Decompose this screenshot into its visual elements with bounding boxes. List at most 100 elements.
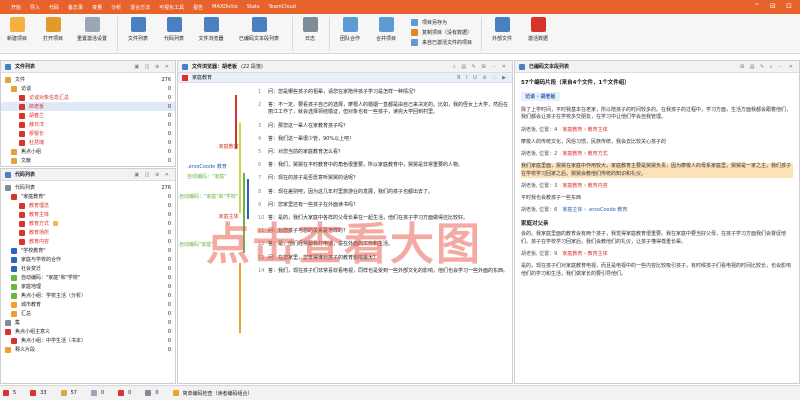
code-list-button[interactable]: 代码列表 — [157, 17, 191, 42]
menu-mixed-methods[interactable]: 混合方法 — [130, 4, 159, 11]
tree-row-documents[interactable]: 文件 276 — [1, 75, 175, 84]
coding-stripe-label[interactable]: .ersoCoode 教育 — [187, 163, 227, 170]
segment-source[interactable]: 胡老板, 位置：9 家庭教育 › 教育主体 — [521, 250, 793, 257]
segment-text[interactable]: 平时我也会教孩子一些东西 — [521, 195, 793, 202]
code-row[interactable]: 自动编码："家庭"和"学校" 0 — [1, 273, 175, 282]
code-row-root[interactable]: 代码列表 276 — [1, 183, 175, 192]
code-row[interactable]: 教育主体 0 — [1, 210, 175, 219]
segment-source[interactable]: 胡老板, 位置：6 家庭主体 › .ersoCoode 教育 — [521, 206, 793, 213]
merge-projects-button[interactable]: 合并项目 — [369, 17, 403, 42]
code-icon — [30, 390, 37, 396]
menu-analysis[interactable]: 分析 — [111, 4, 130, 11]
quick-code-select[interactable]: 家庭教育 — [192, 74, 212, 81]
paragraph[interactable]: 4 答：我们这一辈很少管，90%以上吧！ — [258, 136, 510, 143]
paragraph[interactable]: 1 问：您是哪些孩子的祖辈，请您在家陪伴孩子学习是怎样一种情况？ — [258, 89, 510, 96]
tree-row-document[interactable]: 访谈对象信息汇总 0 — [1, 93, 175, 102]
new-project-button[interactable]: 新建项目 — [0, 17, 34, 42]
code-row[interactable]: 教育理念 0 — [1, 201, 175, 210]
segment-source[interactable]: 胡老板, 位置：4 家庭教育 › 教育主体 — [521, 126, 793, 133]
menu-stats[interactable]: Stats — [247, 4, 269, 10]
code-row[interactable]: 教育方式 0 — [1, 219, 175, 228]
tree-row-document[interactable]: 胡春兰 0 — [1, 111, 175, 120]
segment-source[interactable]: 胡老板, 位置：3 家庭教育 › 教育内容 — [521, 182, 793, 189]
code-row[interactable]: "家庭教育" 0 — [1, 192, 175, 201]
coding-stripe[interactable] — [239, 123, 241, 213]
duplicate-project-item[interactable]: 复制项目（没有数据） — [411, 27, 472, 37]
tree-row-literature[interactable]: 文献 0 — [1, 156, 175, 165]
menu-reports[interactable]: 报告 — [193, 4, 212, 11]
segment-text[interactable]: 我们家庭里面，舅舅在家庭中作用较大，家庭教育主要是舅舅负责，因为摩梭人的母系家庭… — [521, 163, 793, 179]
status-sets[interactable]: 0 — [145, 390, 159, 396]
segment-text[interactable]: 会的。我家庭里面的教育会有两个孩子，我觉得家庭教育很重要。我在家庭中要当好父母，… — [521, 231, 793, 246]
code-row[interactable]: 教育内容 0 — [1, 237, 175, 246]
pane-tools-icon[interactable]: ▣ ◫ ⊕ ✕ — [134, 64, 171, 70]
paragraph[interactable]: 5 问：对您当前的家庭教育怎么看？ — [258, 149, 510, 156]
status-variables[interactable]: 0 — [90, 390, 104, 396]
save-project-as-item[interactable]: 项目另存为 — [411, 17, 472, 27]
document-list-button[interactable]: 文件列表 — [121, 17, 155, 42]
document-tag[interactable]: 访谈 › 胡老板 — [521, 92, 560, 101]
code-row[interactable]: 汇总 0 — [1, 309, 175, 318]
menu-import[interactable]: 导入 — [30, 4, 49, 11]
code-row[interactable]: "学校教育" 0 — [1, 246, 175, 255]
segment-source[interactable]: 胡老板, 位置：2 家庭教育 › 教育方式 — [521, 150, 793, 157]
status-links[interactable]: 0 — [118, 390, 131, 396]
retrieved-tools-icon[interactable]: ⊞ ▤ ✎ ⌕ ⋯ ✕ — [740, 64, 795, 70]
menu-maxdictio[interactable]: MAXDictio — [212, 4, 247, 10]
code-row[interactable]: 焦点小组主意义 0 — [1, 327, 175, 336]
window-controls-icon[interactable]: ⌃ ⊟ ⊡ — [754, 2, 796, 10]
code-row[interactable]: 释义片段 0 — [1, 345, 175, 354]
open-project-button[interactable]: 打开项目 — [36, 17, 70, 42]
code-row[interactable]: 城市教育 0 — [1, 300, 175, 309]
tree-row-focus-group[interactable]: 焦点小组 0 — [1, 147, 175, 156]
paragraph[interactable]: 8 答：现在差别吧，因为这几年村里旅游业的发展，我们的孩子也都出去了。 — [258, 189, 510, 196]
teamwork-button[interactable]: 团队合作 — [333, 17, 367, 42]
menu-teamcloud[interactable]: TeamCloud — [268, 4, 305, 10]
code-row[interactable]: 家庭地理 0 — [1, 282, 175, 291]
paragraph[interactable]: 2 答：不一定。要看孩子自己的选择，摩根人的婚姻一直都是由自己来决定的。比如，我的… — [258, 102, 510, 116]
code-row[interactable]: 教育场所 0 — [1, 228, 175, 237]
segment-text[interactable]: 摩梭人的传统文化，风俗习惯，民族传统，我会去比较关心孩子的 — [521, 139, 793, 146]
project-from-activated-item[interactable]: 来自已激活文件的项目 — [411, 37, 472, 47]
coding-stripe-label[interactable]: 自动编码："家庭" — [187, 173, 227, 180]
document-browser-button[interactable]: 文件浏览器 — [193, 17, 229, 42]
coding-stripe-label[interactable]: 自动编码："家庭"和"学校" — [179, 193, 238, 200]
menu-codes[interactable]: 代码 — [49, 4, 68, 11]
tree-row-document[interactable]: 杜慧瑞 0 — [1, 138, 175, 147]
coding-stripe[interactable] — [235, 95, 237, 149]
status-codes[interactable]: 33 — [30, 390, 47, 396]
paragraph[interactable]: 3 问：那您这一辈人在家教育孩子吗？ — [258, 123, 510, 130]
external-files-button[interactable]: 外部文件 — [485, 17, 519, 42]
code-row[interactable]: 焦点小组：中学生活（书本） 0 — [1, 336, 175, 345]
retrieved-segments-icon — [251, 17, 267, 32]
status-memos[interactable]: 57 — [60, 390, 77, 396]
menu-visual-tools[interactable]: 可视化工具 — [159, 4, 193, 11]
tree-row-document[interactable]: 穆银长 0 — [1, 129, 175, 138]
format-tools-icon[interactable]: B I U ⊘ ◌ ▶ — [457, 75, 508, 81]
activate-data-button[interactable]: 激活数据 — [521, 17, 555, 42]
memo-icon[interactable] — [53, 221, 59, 226]
status-documents[interactable]: 5 — [3, 390, 16, 396]
code-row[interactable]: 集0 — [1, 318, 175, 327]
logbook-button[interactable]: 日志 — [296, 17, 324, 42]
code-row[interactable]: 家庭与学校的合作 0 — [1, 255, 175, 264]
reset-activation-button[interactable]: 重置激活设置 — [72, 17, 112, 42]
watermark-overlay[interactable]: 点击查看大图 — [206, 208, 482, 272]
retrieved-segments-button[interactable]: 已编码文本段列表 — [231, 17, 287, 42]
ribbon-divider — [292, 17, 293, 51]
menu-variables[interactable]: 变量 — [92, 4, 111, 11]
coding-stripe[interactable] — [239, 263, 241, 333]
pane-tools-icon[interactable]: ▣ ◫ ⊕ ✕ — [134, 172, 171, 178]
tree-row-interviews[interactable]: 访谈 0 — [1, 84, 175, 93]
browser-tools-icon[interactable]: ⌕ ▤ ✎ ⊞ ⋯ ✕ — [453, 64, 508, 70]
tree-row-document[interactable]: 薛日洋 0 — [1, 120, 175, 129]
paragraph[interactable]: 6 答：我们，舅舅在平时教育中的角色很重要，所以家庭教育中，舅舅是非常重要的人物。 — [258, 162, 510, 169]
segment-text[interactable]: 是的，现在孩子们对家庭教育电视，而且是电视中的一些内容比较吸引孩子，有时候孩子们… — [521, 263, 793, 278]
tree-row-document[interactable]: 郎老板 0 — [1, 102, 175, 111]
code-row[interactable]: 焦点小组：学校主活（分析） 0 — [1, 291, 175, 300]
menu-memos[interactable]: 备忘录 — [68, 4, 92, 11]
menu-start[interactable]: 开始 — [0, 4, 30, 11]
segment-text[interactable]: 除了上学时间，平时我基本在老家，所以陪孩子的时间较多的。在我孩子的过程中，学习方… — [521, 107, 793, 122]
code-row[interactable]: 社会变迁 0 — [1, 264, 175, 273]
paragraph[interactable]: 7 问：现在的孩子是否愿意听舅舅的话呢？ — [258, 175, 510, 182]
